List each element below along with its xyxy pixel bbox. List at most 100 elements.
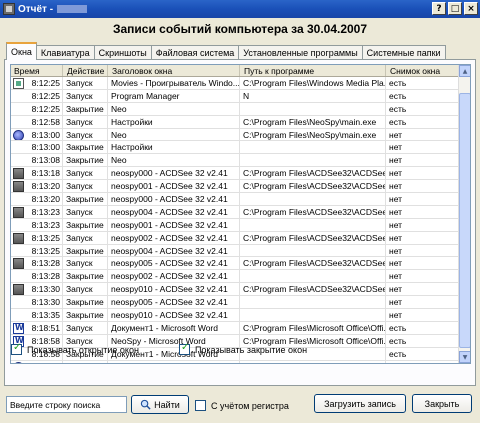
cell-screenshot: нет (386, 205, 459, 218)
cell-program-path: C:\Program Files\ACDSee32\ACDSee... (240, 180, 386, 193)
table-row[interactable]: 8:12:25 Запуск Movies - Проигрыватель Wind… (11, 77, 459, 90)
table-row[interactable]: 8:13:25 Запуск neospy002 - ACDSee 32 v2.41… (11, 231, 459, 245)
close-button[interactable]: Закрыть (412, 394, 472, 413)
cell-screenshot: нет (386, 309, 459, 321)
table-row[interactable]: 8:13:30 Запуск neospy010 - ACDSee 32 v2.41… (11, 283, 459, 297)
cell-action: Запуск (63, 257, 108, 270)
table-row[interactable]: 8:13:25 Закрытие neospy004 - ACDSee 32 v2.… (11, 244, 459, 258)
cell-program-path: C:\Program Files\NeoSpy\main.exe (240, 360, 386, 363)
tab-keyboard[interactable]: Клавиатура (35, 45, 95, 60)
events-table[interactable]: Время Действие Заголовок окна Путь к про… (10, 64, 471, 364)
table-row[interactable]: 8:13:20 Запуск neospy001 - ACDSee 32 v2.41… (11, 180, 459, 194)
show-open-checkbox[interactable]: Показывать открытие окон (11, 342, 139, 355)
column-header-action[interactable]: Действие (63, 65, 108, 76)
cell-action: Запуск (63, 360, 108, 363)
cell-program-path (240, 270, 386, 283)
table-row[interactable]: 8:13:28 Закрытие neospy002 - ACDSee 32 v2.… (11, 270, 459, 284)
table-row[interactable]: 8:12:58 Запуск Настройки C:\Program Files\N… (11, 115, 459, 129)
table-row[interactable]: 8:13:00 Закрытие Настройки нет (11, 141, 459, 155)
cell-window-title: Movies - Проигрыватель Windo... (108, 77, 240, 89)
table-row[interactable]: 8:13:18 Запуск neospy000 - ACDSee 32 v2.41… (11, 167, 459, 181)
maximize-button[interactable]: □ (448, 2, 462, 15)
table-row[interactable]: 8:13:08 Закрытие Neo нет (11, 154, 459, 168)
acdsee-icon (13, 258, 24, 270)
cell-action: Запуск (63, 283, 108, 296)
close-window-button[interactable]: × (464, 2, 478, 15)
cell-program-path (240, 141, 386, 154)
load-record-button[interactable]: Загрузить запись (314, 394, 406, 413)
table-row[interactable]: 8:13:23 Запуск neospy004 - ACDSee 32 v2.41… (11, 205, 459, 219)
search-input[interactable] (6, 396, 127, 413)
cell-screenshot: есть (386, 102, 459, 115)
app-icon (3, 3, 15, 15)
scroll-down-icon[interactable]: ▼ (459, 351, 470, 363)
tab-installed-programs[interactable]: Установленные программы (238, 45, 363, 60)
cell-window-title: neospy004 - ACDSee 32 v2.41 (108, 205, 240, 218)
table-row[interactable]: 8:12:25 Запуск Program Manager Nесть (11, 89, 459, 103)
cell-action: Закрытие (63, 270, 108, 283)
vertical-scrollbar[interactable]: ▲ ▼ (458, 65, 470, 363)
cell-program-path: C:\Program Files\ACDSee32\ACDSee... (240, 283, 386, 296)
column-header-window-title[interactable]: Заголовок окна (108, 65, 240, 76)
show-close-checkbox[interactable]: Показывать закрытие окон (178, 342, 308, 355)
help-button[interactable]: ? (432, 2, 446, 15)
tab-system-folders[interactable]: Системные папки (361, 45, 446, 60)
table-row[interactable]: 8:13:00 Запуск Neo C:\Program Files\NeoSpy\… (11, 128, 459, 142)
tab-screenshots[interactable]: Скриншоты (93, 45, 152, 60)
table-row[interactable]: 8:18:51ЗапускДокумент1 - Microsoft WordC… (11, 321, 459, 335)
cell-program-path: C:\Program Files\ACDSee32\ACDSee... (240, 205, 386, 218)
column-header-screenshot[interactable]: Снимок окна (386, 65, 459, 76)
cell-screenshot: есть (386, 321, 459, 334)
time-text: 8:13:30 (31, 284, 60, 295)
table-row[interactable]: 8:13:20 Закрытие neospy000 - ACDSee 32 v2.… (11, 193, 459, 206)
table-row[interactable]: 8:13:30 Закрытие neospy005 - ACDSee 32 v2.… (11, 296, 459, 310)
neo-icon (13, 129, 24, 141)
cell-window-title: neospy010 - ACDSee 32 v2.41 (108, 309, 240, 321)
cell-action: Запуск (63, 128, 108, 141)
time-text: 8:18:51 (31, 322, 60, 333)
table-row[interactable]: 8:12:25 Закрытие Neo есть (11, 102, 459, 116)
cell-time: 8:13:20 (11, 193, 63, 205)
checkbox-open-box[interactable] (11, 342, 22, 355)
table-row[interactable]: 8:13:35 Закрытие neospy010 - ACDSee 32 v2.… (11, 309, 459, 322)
cell-program-path: C:\Program Files\NeoSpy\main.exe (240, 115, 386, 128)
cell-action: Закрытие (63, 309, 108, 321)
time-text: 8:20:16 (32, 362, 60, 363)
cell-action: Запуск (63, 89, 108, 102)
cell-time: 8:13:30 (11, 296, 63, 309)
table-row[interactable]: 8:20:16ЗапускNeoC:\Program Files\NeoSpy\… (11, 360, 459, 363)
tab-filesystem[interactable]: Файловая система (150, 45, 240, 60)
cell-program-path (240, 193, 386, 205)
column-header-program-path[interactable]: Путь к программе (240, 65, 386, 76)
time-text: 8:13:00 (31, 129, 60, 140)
time-text: 8:13:25 (31, 232, 60, 243)
scroll-thumb[interactable] (459, 93, 470, 348)
find-button[interactable]: Найти (131, 395, 189, 414)
time-text: 8:13:20 (31, 181, 60, 192)
cell-time: 8:13:00 (11, 141, 63, 154)
cell-program-path (240, 309, 386, 321)
cell-program-path: C:\Program Files\ACDSee32\ACDSee... (240, 257, 386, 270)
cell-screenshot: есть (386, 115, 459, 128)
cell-window-title: neospy005 - ACDSee 32 v2.41 (108, 296, 240, 309)
column-header-time[interactable]: Время (11, 65, 63, 76)
table-row[interactable]: 8:13:28 Запуск neospy005 - ACDSee 32 v2.41… (11, 257, 459, 271)
case-sensitive-checkbox[interactable]: С учётом регистра (195, 400, 289, 411)
tab-windows[interactable]: Окна (6, 42, 37, 60)
show-close-label: Показывать закрытие окон (194, 344, 308, 355)
cell-screenshot: нет (386, 231, 459, 244)
case-sensitive-label: С учётом регистра (211, 400, 289, 411)
cell-time: 8:13:23 (11, 218, 63, 231)
cell-action: Запуск (63, 205, 108, 218)
cell-time: 8:18:51 (11, 321, 63, 334)
cell-screenshot: нет (386, 296, 459, 309)
cell-window-title: neospy000 - ACDSee 32 v2.41 (108, 167, 240, 180)
cell-screenshot: нет (386, 257, 459, 270)
checkbox-close-box[interactable] (178, 342, 190, 355)
scroll-up-icon[interactable]: ▲ (459, 65, 470, 77)
cell-time: 8:13:25 (11, 231, 63, 244)
table-row[interactable]: 8:13:23 Закрытие neospy001 - ACDSee 32 v2.… (11, 218, 459, 232)
cell-program-path: C:\Program Files\Microsoft Office\Offi..… (240, 321, 386, 334)
case-checkbox-box[interactable] (195, 400, 206, 411)
cell-action: Запуск (63, 321, 108, 334)
